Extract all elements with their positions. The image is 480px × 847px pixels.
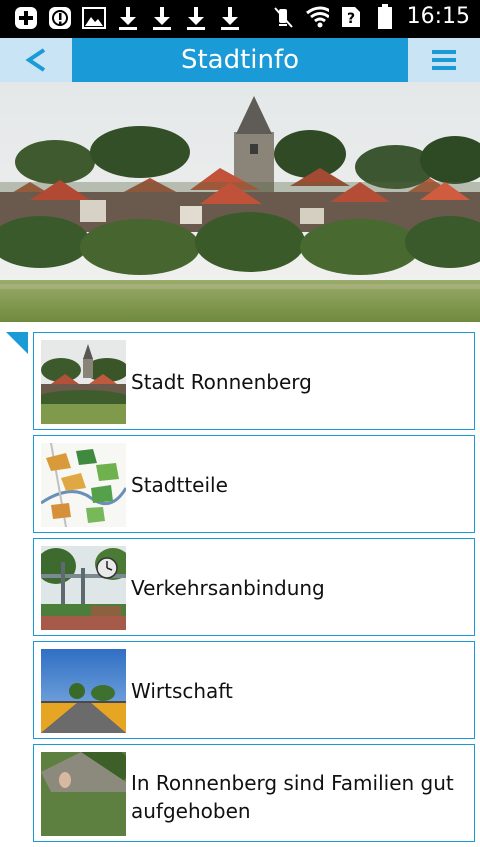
list-item-stadt-ronnenberg[interactable]: Stadt Ronnenberg: [33, 332, 475, 430]
page-title: Stadtinfo: [72, 38, 408, 82]
district-map-thumbnail: [41, 443, 126, 527]
list-item-wirtschaft[interactable]: Wirtschaft: [33, 641, 475, 739]
battery-icon: [373, 3, 397, 29]
svg-text:?: ?: [347, 11, 355, 27]
back-button[interactable]: [0, 38, 72, 82]
list-item-stadtteile[interactable]: Stadtteile: [33, 435, 475, 533]
list-item-verkehrsanbindung[interactable]: Verkehrsanbindung: [33, 538, 475, 636]
mute-icon: [271, 5, 295, 29]
menu-button[interactable]: [408, 38, 480, 82]
family-photo-thumbnail: [41, 752, 126, 836]
town-photo-thumbnail: [41, 340, 126, 424]
hero-town-photo: [0, 82, 480, 322]
info-icon: [48, 6, 72, 30]
status-bar: ? 16:15: [0, 0, 480, 38]
sim-unknown-icon: ?: [339, 5, 363, 29]
image-icon: [82, 6, 106, 30]
road-photo-thumbnail: [41, 649, 126, 733]
train-station-thumbnail: [41, 546, 126, 630]
download-icon: [116, 6, 140, 30]
list-corner-marker: [6, 332, 28, 354]
list-item-familien[interactable]: In Ronnenberg sind Familien gut aufgehob…: [33, 744, 475, 842]
chevron-left-icon: [25, 48, 46, 72]
list-item-label: Verkehrsanbindung: [131, 576, 325, 600]
download-icon: [150, 6, 174, 30]
download-icon: [184, 6, 208, 30]
download-icon: [218, 6, 242, 30]
list-item-label: Stadt Ronnenberg: [131, 370, 312, 394]
wifi-icon: [305, 5, 329, 29]
list-item-label: In Ronnenberg sind Familien gut aufgehob…: [131, 771, 454, 823]
app-bar: Stadtinfo: [0, 38, 480, 82]
clock: 16:15: [406, 4, 470, 29]
list-item-label: Wirtschaft: [131, 679, 233, 703]
list-item-label: Stadtteile: [131, 473, 228, 497]
menu-list: Stadt Ronnenberg Stadtteile Verkehrsanbi…: [33, 332, 475, 847]
add-icon: [14, 6, 38, 30]
hamburger-menu-icon: [432, 50, 456, 70]
